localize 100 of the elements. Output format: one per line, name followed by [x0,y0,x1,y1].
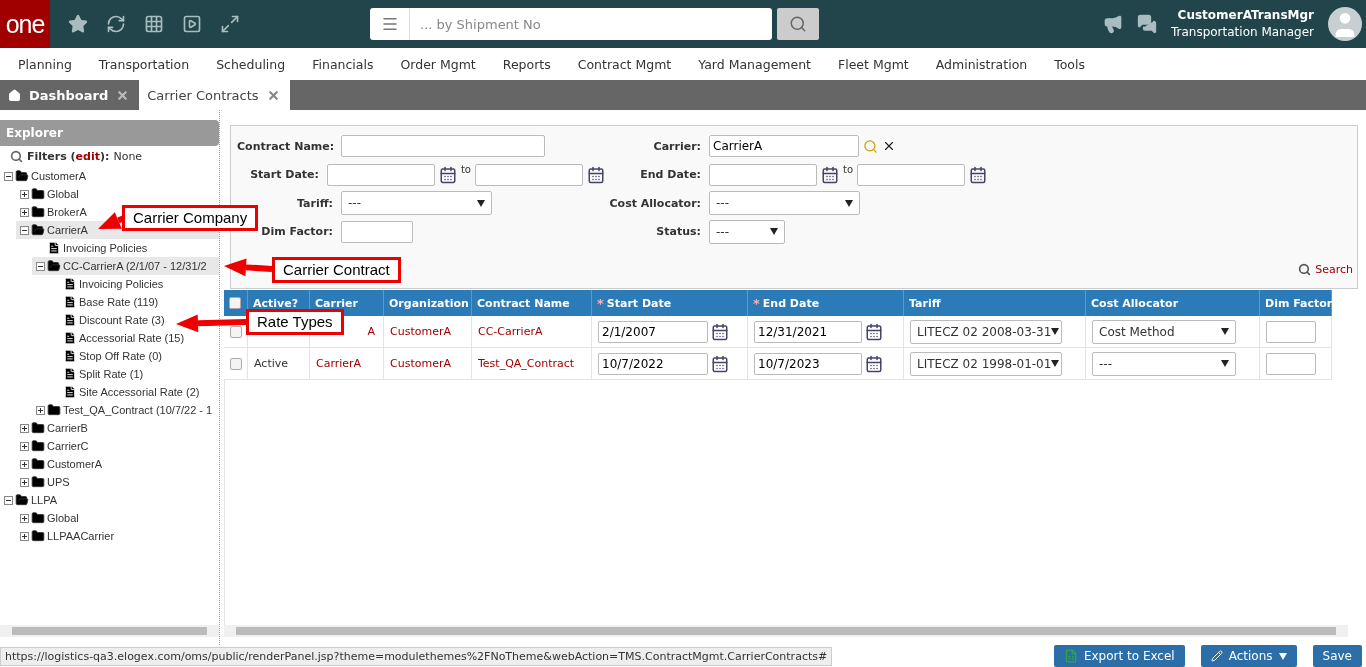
calendar-icon[interactable] [865,354,883,373]
expand-toggle[interactable] [36,405,45,415]
refresh-icon[interactable] [106,14,126,34]
date-field[interactable]: 10/7/2023 [754,352,862,375]
calendar-icon[interactable] [711,322,729,341]
menu-item[interactable]: Contract Mgmt [577,56,672,72]
row-checkbox[interactable] [230,357,242,370]
dropdown[interactable]: --- [1092,351,1236,376]
calendar-icon[interactable] [821,165,839,184]
contract-link[interactable]: Test_QA_Contract [478,357,575,370]
megaphone-icon[interactable] [1102,14,1123,34]
carrier-link[interactable]: A [367,325,375,338]
tree-item[interactable]: CustomerA [31,170,87,182]
dropdown[interactable]: --- [709,191,860,215]
tree-item[interactable]: Site Accessorial Rate (2) [79,386,200,398]
tree-item[interactable]: Test_QA_Contract (10/7/22 - 1 [63,404,213,416]
expand-toggle[interactable] [20,423,29,433]
dropdown[interactable]: LITECZ 02 2008-03-31 [910,319,1062,344]
action-button[interactable]: Export to Excel [1053,645,1185,667]
tree-item[interactable]: Invoicing Policies [63,242,148,254]
text-field[interactable] [341,135,545,157]
date-field[interactable]: 2/1/2007 [598,320,708,343]
expand-toggle[interactable] [20,207,29,217]
collapse-toggle[interactable] [4,495,13,505]
tree-item[interactable]: UPS [47,476,70,488]
tree-item[interactable]: CustomerA [47,458,103,470]
text-field[interactable] [341,220,413,243]
date-field[interactable] [857,163,966,186]
date-field[interactable]: 12/31/2021 [754,320,862,343]
tree-item[interactable]: Accessorial Rate (15) [79,332,185,344]
expand-toggle[interactable] [20,513,29,523]
row-checkbox[interactable] [230,325,242,338]
organization-link[interactable]: CustomerA [390,357,451,370]
menu-item[interactable]: Financials [312,56,374,72]
menu-button[interactable] [370,8,410,40]
chat-icon[interactable] [1136,14,1157,34]
tree-item[interactable]: BrokerA [47,206,87,218]
menu-item[interactable]: Order Mgmt [400,56,476,72]
date-field[interactable] [709,163,817,186]
tree-item[interactable]: Invoicing Policies [79,278,164,290]
expand-toggle[interactable] [20,531,29,541]
menu-item[interactable]: Scheduling [216,56,286,72]
text-field[interactable] [1266,320,1316,343]
expand-icon[interactable] [220,14,240,34]
tab[interactable]: Dashboard [0,80,140,110]
collapse-toggle[interactable] [36,261,45,271]
tab[interactable]: Carrier Contracts [139,80,290,110]
tree-item[interactable]: LLPA [31,494,58,506]
expand-toggle[interactable] [20,189,29,199]
expand-toggle[interactable] [20,459,29,469]
contract-link[interactable]: CC-CarrierA [478,325,543,338]
dropdown[interactable]: --- [709,219,785,244]
text-field[interactable]: CarrierA [709,135,859,157]
menu-item[interactable]: Administration [935,56,1028,72]
tree-item[interactable]: Global [47,188,79,200]
tree-item[interactable]: Global [47,512,79,524]
menu-item[interactable]: Fleet Mgmt [838,56,909,72]
dropdown[interactable]: LITECZ 02 1998-01-01 [910,351,1062,376]
dropdown[interactable]: --- [341,191,492,215]
clear-icon[interactable] [882,139,896,153]
search-button[interactable] [777,8,819,40]
tree-item[interactable]: CarrierA [47,224,88,236]
tree-item[interactable]: CarrierB [47,422,88,434]
tree-item[interactable]: Base Rate (119) [79,296,159,308]
calendar-icon[interactable] [438,165,457,184]
select-all-checkbox[interactable] [229,297,241,309]
date-field[interactable]: 10/7/2022 [598,352,708,375]
play-icon[interactable] [182,14,202,34]
menu-item[interactable]: Reports [502,56,551,72]
menu-item[interactable]: Planning [18,56,72,72]
carrier-link[interactable]: CarrierA [316,357,362,370]
search-link[interactable]: Search [1298,263,1353,276]
text-field[interactable] [1266,352,1316,375]
tree-item[interactable]: Stop Off Rate (0) [79,350,162,362]
expand-toggle[interactable] [20,441,29,451]
tree-item[interactable]: CarrierC [47,440,89,452]
expand-toggle[interactable] [20,477,29,487]
close-icon[interactable] [116,88,130,102]
menu-item[interactable]: Yard Management [698,56,811,72]
menu-item[interactable]: Tools [1054,56,1085,72]
action-button[interactable]: Actions [1200,645,1297,667]
calendar-icon[interactable] [969,165,988,184]
collapse-toggle[interactable] [4,171,13,181]
edit-link[interactable]: edit [75,150,100,163]
tree-item[interactable]: Split Rate (1) [79,368,144,380]
date-field[interactable] [475,163,583,186]
scrollbar[interactable] [0,625,219,637]
tree-item[interactable]: Discount Rate (3) [79,314,165,326]
calendar-icon[interactable] [711,354,729,373]
calendar-icon[interactable] [587,165,605,184]
star-icon[interactable] [68,14,88,34]
organization-link[interactable]: CustomerA [390,325,451,338]
search-field[interactable]: ... by Shipment No [410,8,772,40]
action-button[interactable]: Save [1312,645,1362,667]
collapse-toggle[interactable] [20,225,29,235]
grid-icon[interactable] [144,14,164,34]
menu-item[interactable]: Transportation [98,56,190,72]
scrollbar[interactable] [224,625,1348,637]
calendar-icon[interactable] [865,322,883,341]
dropdown[interactable]: Cost Method [1092,319,1236,344]
